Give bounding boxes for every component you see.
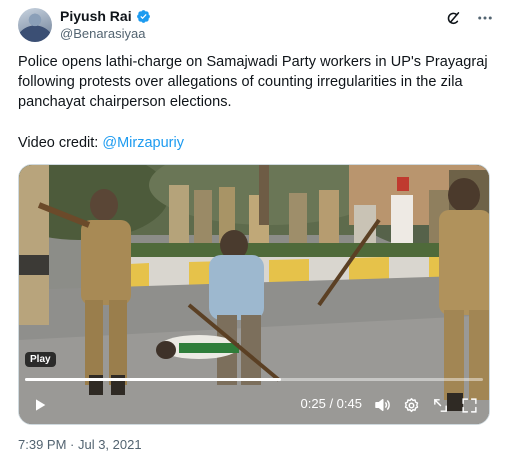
author-name-row: Piyush Rai: [60, 8, 151, 24]
video-time: 0:25 / 0:45: [300, 396, 362, 411]
video-credit: Video credit: @Mirzapuriy: [18, 133, 184, 153]
avatar[interactable]: [18, 8, 52, 42]
grok-icon[interactable]: [444, 9, 462, 27]
video-scrubber[interactable]: [25, 378, 483, 381]
author-handle[interactable]: @Benarasiyaa: [60, 26, 145, 41]
header-actions: [444, 9, 494, 27]
video-credit-prefix: Video credit:: [18, 135, 103, 151]
verified-badge-icon: [136, 9, 150, 23]
play-icon[interactable]: [27, 390, 53, 420]
fullscreen-icon[interactable]: [458, 390, 480, 420]
video-frame: [19, 165, 489, 424]
video-progress-fill: [25, 378, 282, 381]
tweet-text: Police opens lathi-charge on Samajwadi P…: [18, 54, 488, 110]
author-display-name[interactable]: Piyush Rai: [60, 8, 132, 24]
tweet-timestamp[interactable]: 7:39 PM · Jul 3, 2021: [18, 437, 142, 452]
pip-icon[interactable]: [429, 390, 451, 420]
video-credit-link[interactable]: @Mirzapuriy: [102, 135, 184, 151]
tweet: Piyush Rai @Benarasiyaa Police opens lat…: [0, 0, 514, 454]
more-icon[interactable]: [476, 9, 494, 27]
gear-icon[interactable]: [400, 390, 422, 420]
video-player[interactable]: Play 0:25 / 0:45: [18, 164, 490, 425]
play-badge[interactable]: Play: [25, 352, 56, 367]
volume-icon[interactable]: [371, 390, 393, 420]
video-controls: 0:25 / 0:45: [19, 390, 489, 420]
